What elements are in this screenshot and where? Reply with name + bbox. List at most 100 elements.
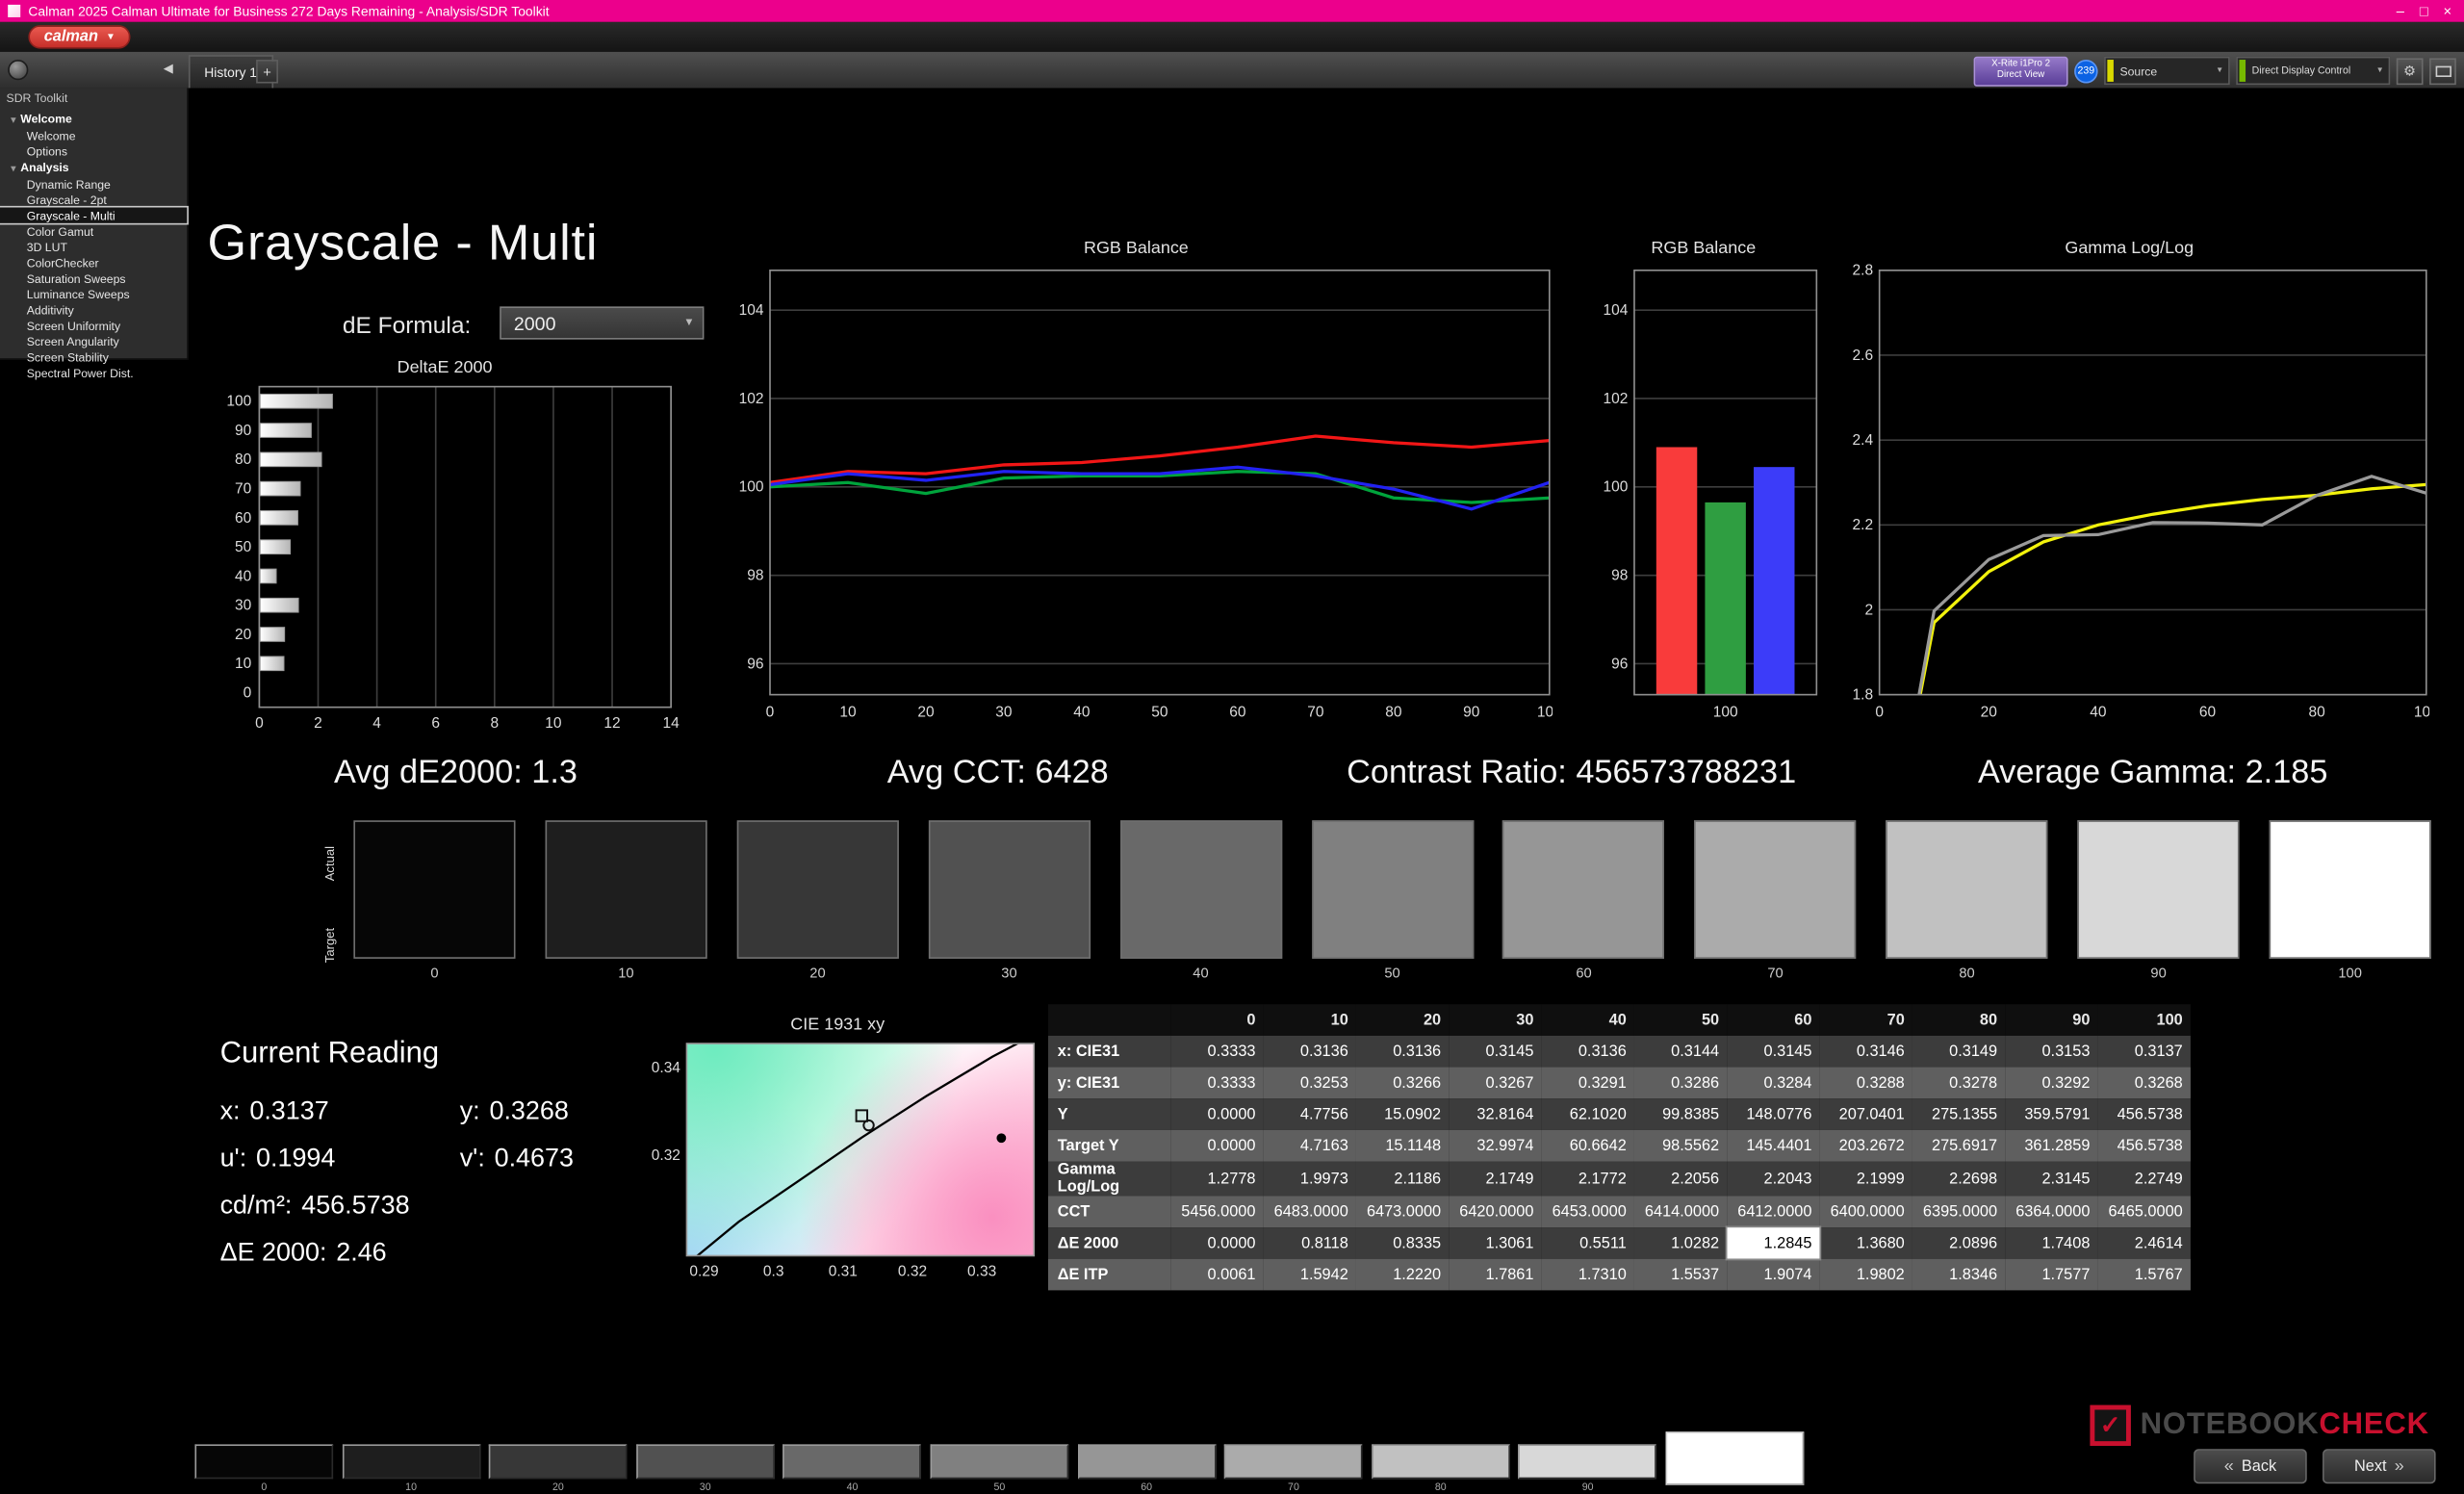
- cell: 359.5791: [2005, 1098, 2097, 1130]
- calman-window: Calman 2025 Calman Ultimate for Business…: [0, 0, 2464, 1494]
- reading-v-value: 0.4673: [495, 1145, 574, 1172]
- svg-text:30: 30: [995, 704, 1013, 720]
- close-button[interactable]: ×: [2436, 3, 2459, 18]
- table-row: Y0.00004.775615.090232.816462.102099.838…: [1048, 1098, 2191, 1130]
- row-label: y: CIE31: [1048, 1068, 1170, 1099]
- gray-swatch-label: 30: [928, 965, 1090, 980]
- cell: 0.3266: [1356, 1068, 1449, 1099]
- cell: 0.3153: [2005, 1036, 2097, 1068]
- workspace: Grayscale - Multi dE Formula: 2000 ▼ Del…: [0, 88, 2464, 1494]
- next-button[interactable]: Next »: [2323, 1449, 2436, 1483]
- svg-text:4: 4: [372, 715, 381, 732]
- sidebar-section-analysis[interactable]: ▾Analysis: [0, 159, 187, 176]
- level-tile-0[interactable]: [194, 1444, 333, 1479]
- cell: 0.0000: [1170, 1227, 1263, 1259]
- level-tile-100[interactable]: [1666, 1431, 1805, 1485]
- notebookcheck-watermark: ✓ NOTEBOOKCHECK: [2090, 1405, 2428, 1446]
- svg-text:0: 0: [1875, 704, 1884, 720]
- sidebar-item-welcome[interactable]: Welcome: [0, 127, 187, 142]
- sidebar-item-grayscale-2pt[interactable]: Grayscale - 2pt: [0, 192, 187, 207]
- sidebar-item-colorchecker[interactable]: ColorChecker: [0, 254, 187, 270]
- sidebar-item-additivity[interactable]: Additivity: [0, 301, 187, 317]
- sidebar-item-luminance-sweeps[interactable]: Luminance Sweeps: [0, 286, 187, 301]
- level-tile-80[interactable]: [1372, 1444, 1510, 1479]
- col-header: 20: [1356, 1004, 1449, 1036]
- level-tile-20[interactable]: [489, 1444, 628, 1479]
- sidebar-item-saturation-sweeps[interactable]: Saturation Sweeps: [0, 270, 187, 286]
- sidebar-item-3d-lut[interactable]: 3D LUT: [0, 239, 187, 254]
- cell: 1.9973: [1264, 1162, 1356, 1197]
- gray-swatch-label: 80: [1886, 965, 2047, 980]
- level-tile-60[interactable]: [1077, 1444, 1216, 1479]
- source-select[interactable]: Source ▼: [2104, 57, 2230, 85]
- gray-swatch-0: [353, 820, 515, 959]
- row-label: Target Y: [1048, 1130, 1170, 1162]
- table-row: Target Y0.00004.716315.114832.997460.664…: [1048, 1130, 2191, 1162]
- level-tile-30[interactable]: [636, 1444, 775, 1479]
- deltae-chart-title: DeltaE 2000: [201, 358, 688, 380]
- sidebar-item-grayscale-multi[interactable]: Grayscale - Multi: [0, 208, 187, 223]
- reading-y-value: 0.3268: [489, 1097, 568, 1125]
- cell: 1.7310: [1542, 1259, 1634, 1291]
- svg-text:20: 20: [1981, 704, 1998, 720]
- cell: 0.3284: [1727, 1068, 1819, 1099]
- sidebar-item-color-gamut[interactable]: Color Gamut: [0, 223, 187, 239]
- display-control-label: Direct Display Control: [2252, 65, 2351, 76]
- svg-text:0: 0: [766, 704, 775, 720]
- stat-contrast-ratio: Contrast Ratio: 456573788231: [1272, 755, 1869, 792]
- level-tile-10[interactable]: [342, 1444, 480, 1479]
- svg-text:10: 10: [839, 704, 857, 720]
- cell: 1.3680: [1820, 1227, 1912, 1259]
- reading-luminance: cd/m²:456.5738: [220, 1192, 645, 1222]
- level-tile-40[interactable]: [783, 1444, 922, 1479]
- meter-button[interactable]: X-Rite i1Pro 2 Direct View: [1974, 56, 2068, 86]
- display-settings-button[interactable]: [2429, 58, 2456, 85]
- cell: 0.3268: [2098, 1068, 2191, 1099]
- sidebar-item-spectral-power-dist[interactable]: Spectral Power Dist.: [0, 365, 187, 380]
- app-menu-icon[interactable]: [8, 60, 28, 80]
- reading-luminance-value: 456.5738: [301, 1192, 409, 1220]
- cell: 275.1355: [1912, 1098, 2005, 1130]
- svg-text:100: 100: [2414, 704, 2429, 720]
- rgb-balance-line-svg: 96981001021040102030405060708090100: [720, 261, 1553, 733]
- level-tile-label: 40: [783, 1482, 922, 1493]
- level-tile-50[interactable]: [931, 1444, 1069, 1479]
- sidebar-item-options[interactable]: Options: [0, 143, 187, 159]
- maximize-button[interactable]: □: [2412, 3, 2435, 18]
- cell: 1.7861: [1449, 1259, 1541, 1291]
- calman-menu-button[interactable]: calman ▼: [28, 25, 131, 48]
- sidebar-item-screen-uniformity[interactable]: Screen Uniformity: [0, 318, 187, 333]
- cell: 4.7163: [1264, 1130, 1356, 1162]
- level-tile-90[interactable]: [1519, 1444, 1657, 1479]
- de-formula-select[interactable]: 2000 ▼: [500, 306, 704, 339]
- gray-swatch-70: [1694, 820, 1856, 959]
- cell: 2.2698: [1912, 1162, 2005, 1197]
- page-title: Grayscale - Multi: [208, 214, 599, 271]
- cell: 0.3333: [1170, 1036, 1263, 1068]
- cell: 15.1148: [1356, 1130, 1449, 1162]
- level-tile-70[interactable]: [1224, 1444, 1363, 1479]
- table-row: ΔE 20000.00000.81180.83351.30610.55111.0…: [1048, 1227, 2191, 1259]
- add-tab-button[interactable]: +: [256, 60, 278, 83]
- svg-text:100: 100: [1713, 704, 1738, 720]
- sidebar-item-screen-angularity[interactable]: Screen Angularity: [0, 333, 187, 348]
- cell: 99.8385: [1634, 1098, 1727, 1130]
- cell: 0.3253: [1264, 1068, 1356, 1099]
- svg-text:96: 96: [1611, 656, 1628, 672]
- settings-button[interactable]: ⚙: [2397, 58, 2424, 85]
- meter-count-badge[interactable]: 239: [2074, 59, 2097, 82]
- gray-swatch-40: [1119, 820, 1281, 959]
- back-button[interactable]: « Back: [2194, 1449, 2307, 1483]
- sidebar-item-dynamic-range[interactable]: Dynamic Range: [0, 176, 187, 192]
- minimize-button[interactable]: –: [2389, 3, 2412, 18]
- display-control-select[interactable]: Direct Display Control ▼: [2236, 57, 2390, 85]
- rgb-balance-line-title: RGB Balance: [720, 239, 1553, 261]
- svg-text:14: 14: [663, 715, 680, 732]
- sidebar-collapse-button[interactable]: ◀: [164, 62, 173, 76]
- sidebar-section-welcome[interactable]: ▾Welcome: [0, 110, 187, 127]
- cie-chart-title: CIE 1931 xy: [629, 1016, 1046, 1038]
- gamma-svg: 1.822.22.42.62.8020406080100: [1829, 261, 2429, 733]
- highlighted-cell: 1.2845: [1727, 1227, 1819, 1259]
- display-icon: [2435, 65, 2451, 76]
- sidebar-item-screen-stability[interactable]: Screen Stability: [0, 348, 187, 364]
